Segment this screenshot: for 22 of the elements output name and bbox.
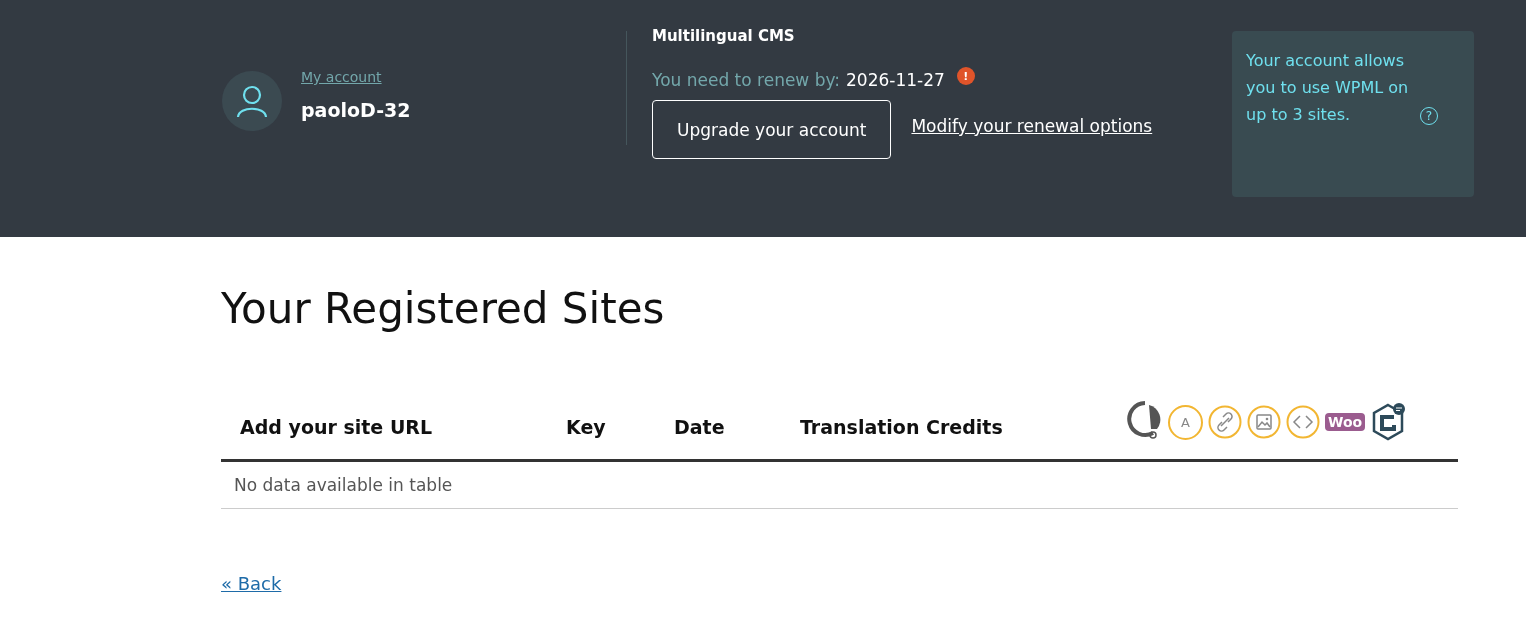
link-icon bbox=[1208, 405, 1242, 439]
empty-table-message: No data available in table bbox=[221, 462, 1458, 509]
shield-logo-icon bbox=[1370, 401, 1407, 443]
translate-icon: A bbox=[1168, 404, 1203, 440]
column-header: Translation Credits bbox=[800, 416, 1004, 438]
renew-label: You need to renew by: bbox=[652, 70, 841, 90]
back-link[interactable]: « Back bbox=[221, 573, 282, 594]
renew-date: 2026-11-27 bbox=[846, 70, 945, 90]
page-title: Your Registered Sites bbox=[221, 283, 666, 335]
code-icon bbox=[1286, 405, 1320, 439]
modify-renewal-link[interactable]: Modify your renewal options bbox=[911, 115, 1153, 136]
upgrade-button[interactable]: Upgrade your account bbox=[652, 100, 892, 159]
column-header: Add your site URL bbox=[240, 416, 434, 438]
allowance-text: Your account allows you to use WPML on up to 3 sites. bbox=[1246, 50, 1410, 126]
column-header: Date bbox=[674, 416, 726, 438]
product-name: Multilingual CMS bbox=[652, 26, 796, 46]
image-icon bbox=[1247, 405, 1281, 439]
my-account-link[interactable]: My account bbox=[301, 69, 411, 85]
column-header: Key bbox=[566, 416, 607, 438]
username: paoloD-32 bbox=[301, 99, 411, 121]
warning-badge: ! bbox=[956, 67, 975, 85]
woo-logo: Woo bbox=[1325, 413, 1366, 431]
